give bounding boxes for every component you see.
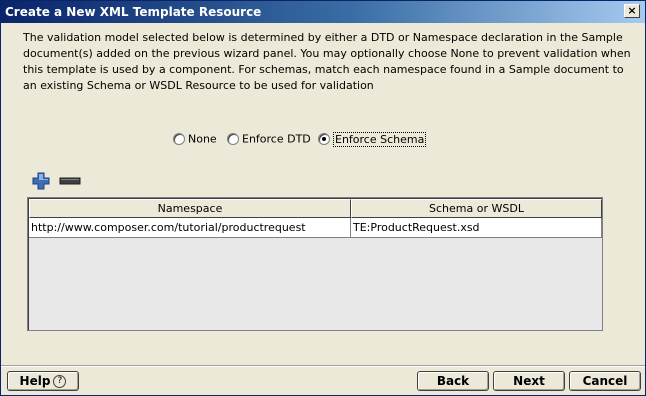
radio-enforce-schema-label: Enforce Schema — [333, 131, 427, 147]
next-button[interactable]: Next — [493, 371, 565, 391]
validation-description: The validation model selected below is d… — [23, 31, 631, 92]
radio-enforce-dtd-indicator[interactable] — [227, 133, 239, 145]
title-bar: Create a New XML Template Resource × — [1, 1, 645, 23]
radio-enforce-dtd-label: Enforce DTD — [242, 132, 311, 146]
close-button[interactable]: × — [624, 4, 640, 18]
column-header-schema[interactable]: Schema or WSDL — [351, 199, 602, 218]
schema-cell[interactable]: TE:ProductRequest.xsd — [351, 218, 602, 238]
help-button[interactable]: Help? — [7, 371, 79, 391]
table-row[interactable]: http://www.composer.com/tutorial/product… — [29, 218, 602, 238]
namespace-table: Namespace Schema or WSDL http://www.comp… — [27, 197, 603, 331]
close-icon: × — [627, 4, 637, 17]
remove-row-button[interactable] — [59, 175, 81, 187]
radio-none-indicator[interactable] — [173, 133, 185, 145]
radio-enforce-schema-indicator[interactable] — [318, 133, 330, 145]
plus-icon — [32, 172, 50, 190]
radio-none[interactable]: None — [173, 132, 217, 148]
help-label: Help — [19, 374, 51, 388]
cancel-button[interactable]: Cancel — [569, 371, 641, 391]
footer-separator — [1, 365, 645, 367]
add-row-button[interactable] — [32, 172, 50, 190]
radio-enforce-dtd[interactable]: Enforce DTD — [227, 132, 311, 148]
minus-icon — [59, 177, 81, 185]
help-icon: ? — [53, 375, 67, 388]
column-header-namespace[interactable]: Namespace — [29, 199, 351, 218]
namespace-cell[interactable]: http://www.composer.com/tutorial/product… — [29, 218, 351, 238]
dialog-title: Create a New XML Template Resource — [5, 5, 262, 19]
back-button[interactable]: Back — [417, 371, 489, 391]
radio-enforce-schema[interactable]: Enforce Schema — [318, 131, 427, 148]
wizard-dialog: Create a New XML Template Resource × The… — [0, 0, 646, 396]
radio-none-label: None — [188, 132, 217, 146]
